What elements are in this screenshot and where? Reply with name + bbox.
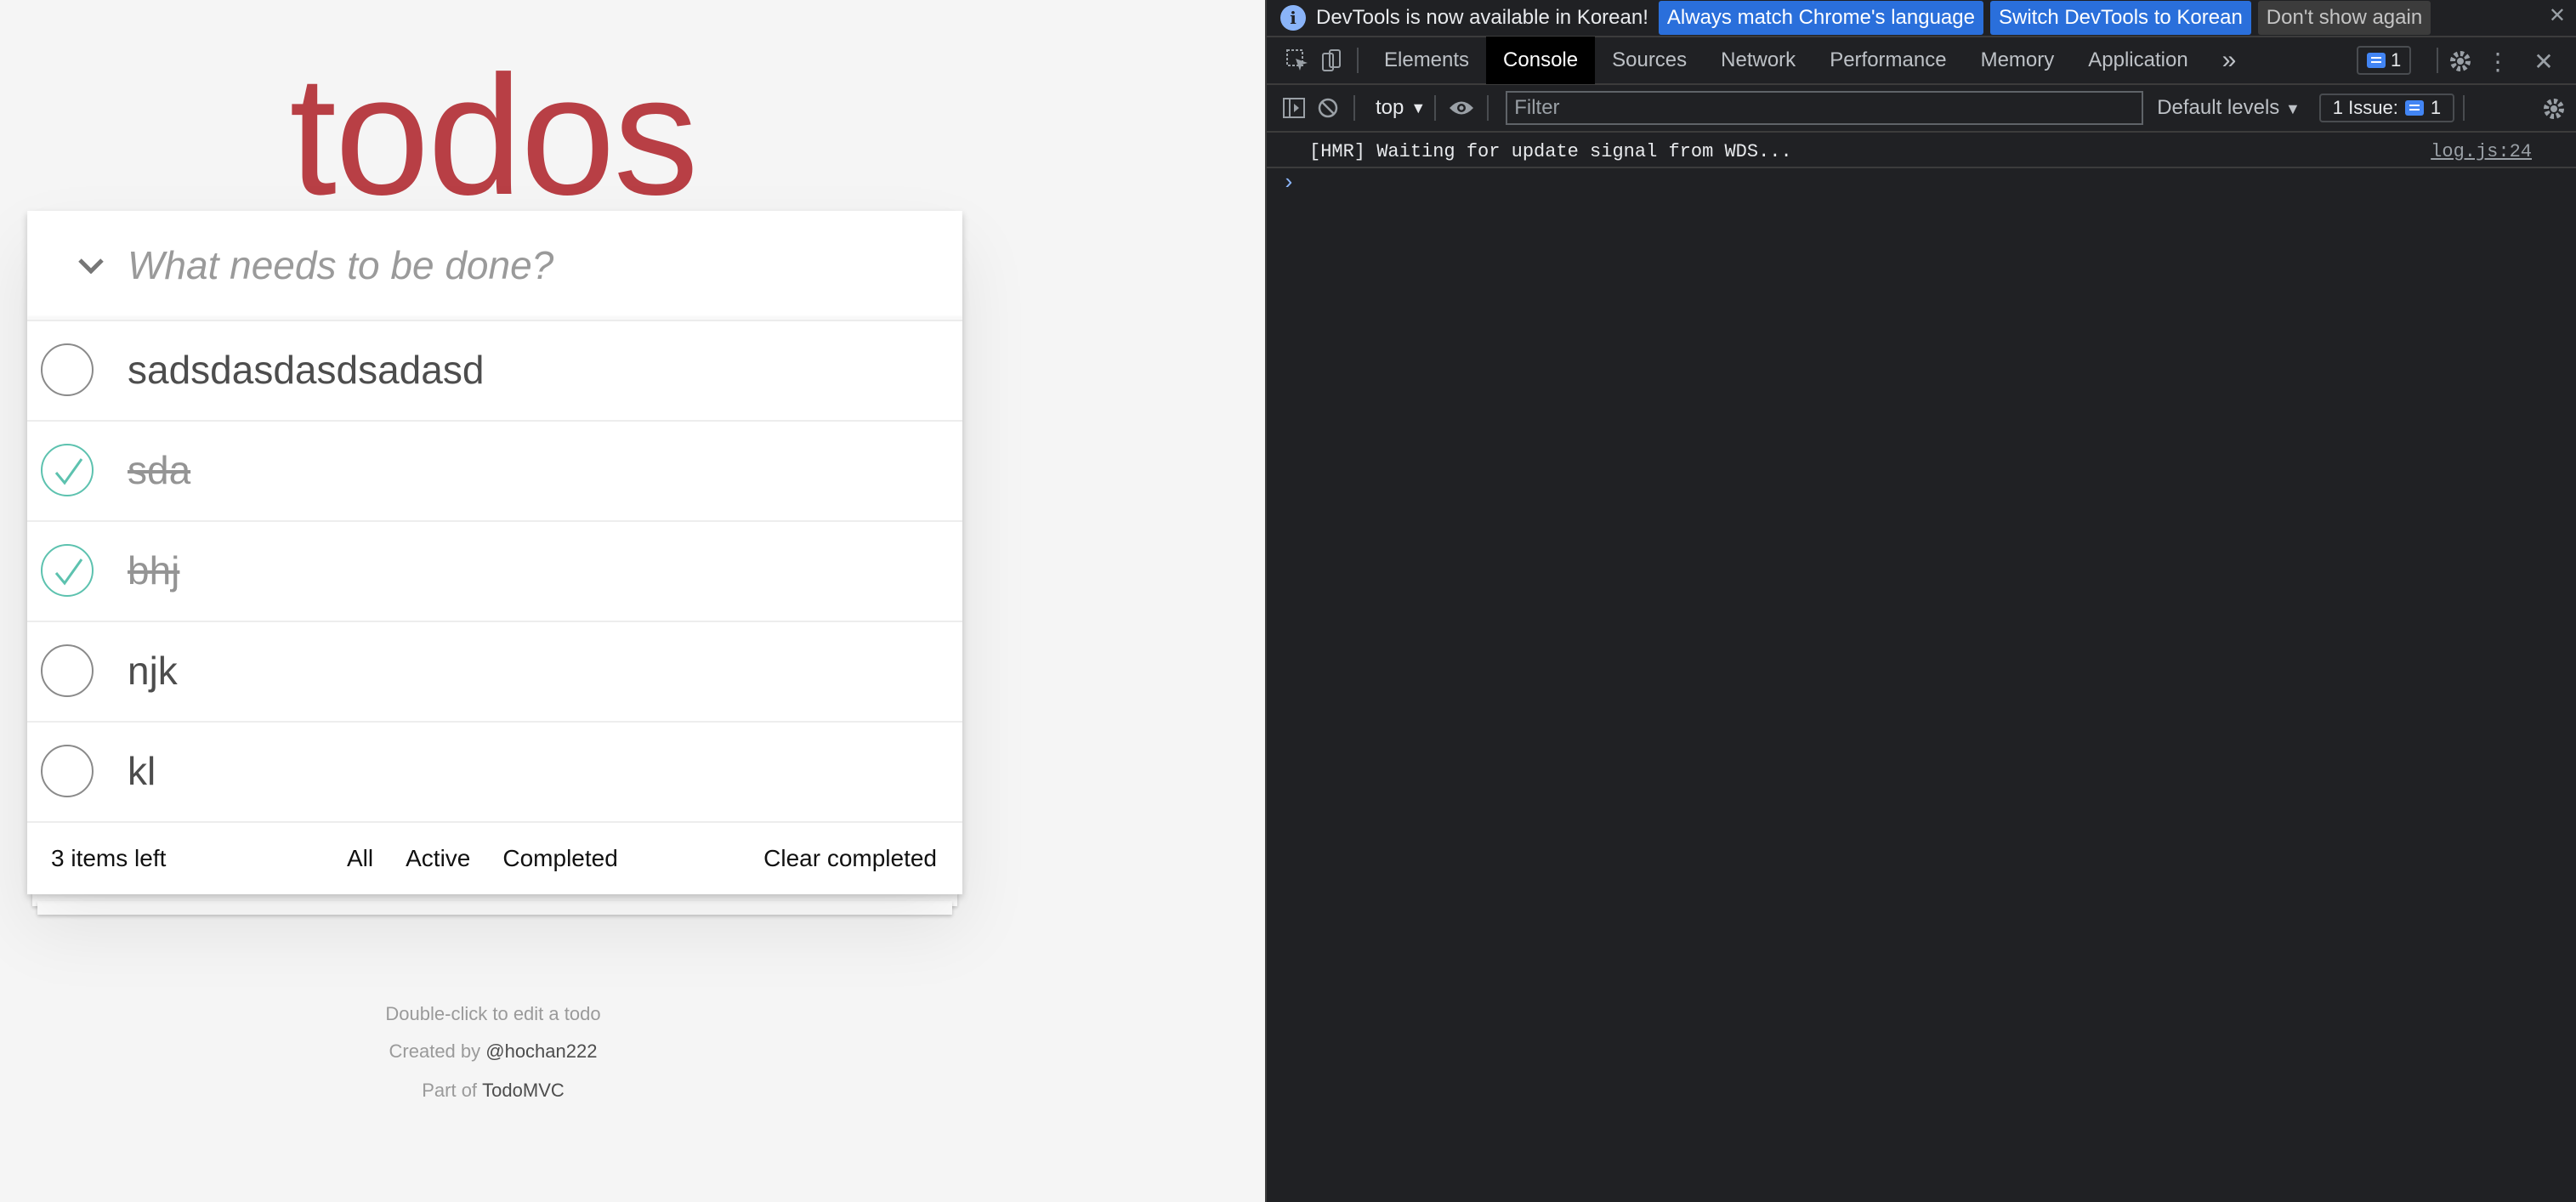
todo-checkbox-checked[interactable]: [41, 544, 94, 597]
edit-hint-text: Double-click to edit a todo: [385, 1003, 601, 1024]
toolbar-separator: [1434, 95, 1437, 121]
more-options-icon[interactable]: ⋮: [2481, 44, 2515, 78]
tab-network[interactable]: Network: [1704, 37, 1813, 84]
created-by-text: Created by: [389, 1040, 486, 1062]
info-credit: Created by @hochan222: [0, 1040, 986, 1063]
todo-item[interactable]: sadsdasdasdsadasd: [27, 321, 962, 422]
clear-completed-button[interactable]: Clear completed: [763, 845, 937, 872]
todo-checkbox-checked[interactable]: [41, 444, 94, 496]
console-prompt-icon[interactable]: ›: [1282, 170, 1296, 196]
dont-show-again-button[interactable]: Don't show again: [2257, 1, 2431, 35]
todo-label[interactable]: kl: [128, 748, 156, 794]
todo-label[interactable]: njk: [128, 648, 178, 694]
context-select[interactable]: top ▼: [1376, 96, 1426, 120]
toolbar-separator: [1353, 95, 1355, 121]
language-infobar: i DevTools is now available in Korean! A…: [1267, 0, 2576, 37]
tab-elements[interactable]: Elements: [1367, 37, 1486, 84]
check-mark-icon: [54, 458, 83, 485]
new-todo-row: [27, 211, 962, 321]
dropdown-arrow-icon: ▼: [1410, 99, 1427, 116]
issues-label: 1 Issue:: [2332, 97, 2398, 118]
devtools-tab-bar: Elements Console Sources Network Perform…: [1267, 37, 2576, 85]
toolbar-separator: [2437, 48, 2438, 73]
todo-item[interactable]: njk: [27, 622, 962, 723]
live-expression-eye-icon[interactable]: [1444, 91, 1478, 125]
log-levels-select[interactable]: Default levels ▼: [2157, 96, 2301, 120]
toolbar-separator: [2463, 95, 2465, 121]
switch-language-button[interactable]: Switch DevTools to Korean: [1989, 1, 2251, 35]
toggle-all-chevron-icon[interactable]: [61, 245, 121, 287]
info-icon: i: [1280, 5, 1306, 31]
toolbar-separator: [1357, 48, 1359, 73]
filter-completed-link[interactable]: Completed: [499, 845, 621, 872]
always-match-language-button[interactable]: Always match Chrome's language: [1658, 1, 1983, 35]
new-todo-input[interactable]: [128, 231, 935, 299]
toolbar-separator: [1487, 95, 1489, 121]
close-devtools-icon[interactable]: ✕: [2527, 44, 2561, 78]
todo-list: sadsdasdasdsadasd sda bhj njk kl: [27, 321, 962, 823]
message-icon: [2367, 53, 2386, 68]
clear-console-icon[interactable]: [1311, 91, 1345, 125]
tab-memory[interactable]: Memory: [1964, 37, 2072, 84]
settings-gear-icon[interactable]: [2443, 44, 2477, 78]
more-tabs-chevron-icon[interactable]: »: [2205, 37, 2254, 84]
info-hint: Double-click to edit a todo: [0, 1003, 986, 1025]
author-link[interactable]: @hochan222: [485, 1040, 597, 1062]
todo-checkbox[interactable]: [41, 343, 94, 396]
check-mark-icon: [54, 558, 83, 586]
issues-button[interactable]: 1 Issue: 1: [2318, 94, 2455, 122]
todo-item[interactable]: sda: [27, 422, 962, 522]
part-of-text: Part of: [422, 1080, 483, 1101]
console-filter-input[interactable]: [1506, 91, 2144, 125]
console-filter-bar: top ▼ Default levels ▼ 1 Issue: 1: [1267, 85, 2576, 133]
console-settings-gear-icon[interactable]: [2537, 92, 2571, 126]
tab-performance[interactable]: Performance: [1813, 37, 1963, 84]
todomvc-link[interactable]: TodoMVC: [482, 1080, 565, 1101]
todo-checkbox[interactable]: [41, 745, 94, 797]
inspect-element-icon[interactable]: [1280, 43, 1314, 77]
close-icon[interactable]: ✕: [2549, 3, 2566, 28]
log-levels-value: Default levels: [2157, 96, 2280, 119]
app-title: todos: [289, 41, 698, 230]
issue-icon: [2404, 100, 2424, 116]
messages-count: 1: [2391, 49, 2402, 71]
todo-item[interactable]: kl: [27, 723, 962, 823]
issues-count: 1: [2430, 97, 2442, 118]
filter-all-link[interactable]: All: [343, 845, 377, 872]
device-toolbar-icon[interactable]: [1314, 43, 1348, 77]
console-message-row: [HMR] Waiting for update signal from WDS…: [1267, 133, 2576, 168]
todo-item[interactable]: bhj: [27, 522, 962, 622]
console-source-link[interactable]: log.js:24: [2431, 141, 2532, 162]
items-left-count: 3 items left: [51, 845, 167, 871]
tab-console[interactable]: Console: [1486, 37, 1596, 84]
console-message-text: [HMR] Waiting for update signal from WDS…: [1309, 141, 1792, 162]
sidebar-toggle-icon[interactable]: [1277, 91, 1311, 125]
dropdown-arrow-icon: ▼: [2284, 100, 2301, 117]
todo-checkbox[interactable]: [41, 644, 94, 697]
todo-footer: 3 items left All Active Completed Clear …: [27, 823, 962, 894]
todo-app-pane: todos sadsdasdasdsadasd sda: [0, 0, 1264, 1202]
tab-application[interactable]: Application: [2071, 37, 2204, 84]
infobar-message: DevTools is now available in Korean!: [1316, 6, 1648, 29]
info-part-of: Part of TodoMVC: [0, 1080, 986, 1102]
todo-label[interactable]: bhj: [128, 547, 179, 593]
tab-sources[interactable]: Sources: [1595, 37, 1704, 84]
card-stack-shadow: [37, 901, 952, 915]
context-value: top: [1376, 96, 1404, 119]
devtools-panel: i DevTools is now available in Korean! A…: [1265, 0, 2576, 1202]
filter-active-link[interactable]: Active: [402, 845, 474, 872]
todo-card: sadsdasdasdsadasd sda bhj njk kl: [27, 211, 962, 894]
todo-label[interactable]: sadsdasdasdsadasd: [128, 347, 484, 393]
filter-links: All Active Completed: [343, 845, 621, 872]
messages-badge-button[interactable]: 1: [2357, 46, 2412, 75]
todo-label[interactable]: sda: [128, 447, 190, 493]
